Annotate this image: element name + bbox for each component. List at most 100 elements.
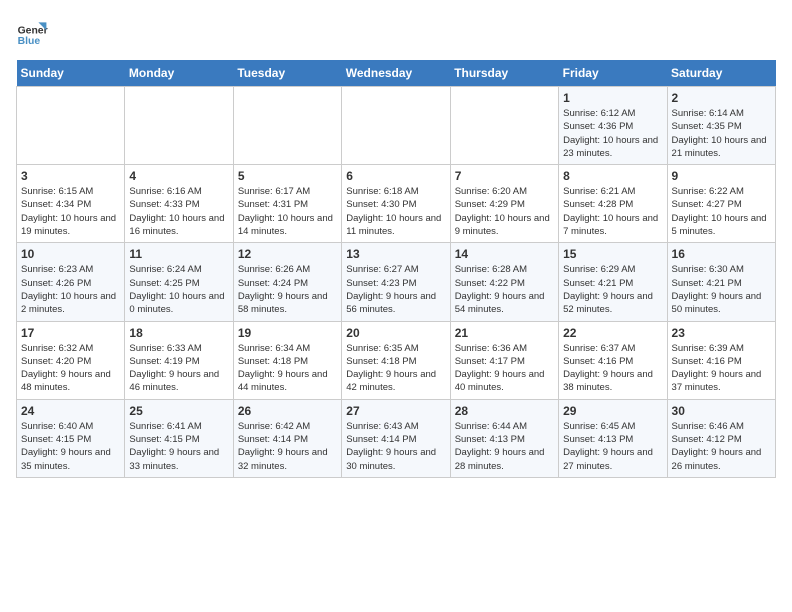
day-number: 15	[563, 247, 662, 261]
day-number: 4	[129, 169, 228, 183]
calendar-cell: 30 Sunrise: 6:46 AM Sunset: 4:12 PM Dayli…	[667, 399, 775, 477]
day-info: Sunrise: 6:37 AM Sunset: 4:16 PM Dayligh…	[563, 342, 662, 395]
day-number: 10	[21, 247, 120, 261]
day-info: Sunrise: 6:29 AM Sunset: 4:21 PM Dayligh…	[563, 263, 662, 316]
day-number: 2	[672, 91, 771, 105]
day-number: 3	[21, 169, 120, 183]
calendar-cell: 3 Sunrise: 6:15 AM Sunset: 4:34 PM Daylig…	[17, 165, 125, 243]
day-info: Sunrise: 6:21 AM Sunset: 4:28 PM Dayligh…	[563, 185, 662, 238]
day-info: Sunrise: 6:22 AM Sunset: 4:27 PM Dayligh…	[672, 185, 771, 238]
day-number: 1	[563, 91, 662, 105]
calendar-cell: 25 Sunrise: 6:41 AM Sunset: 4:15 PM Dayli…	[125, 399, 233, 477]
calendar-cell	[342, 87, 450, 165]
calendar-header-row: SundayMondayTuesdayWednesdayThursdayFrid…	[17, 60, 776, 87]
day-info: Sunrise: 6:18 AM Sunset: 4:30 PM Dayligh…	[346, 185, 445, 238]
day-info: Sunrise: 6:20 AM Sunset: 4:29 PM Dayligh…	[455, 185, 554, 238]
day-info: Sunrise: 6:44 AM Sunset: 4:13 PM Dayligh…	[455, 420, 554, 473]
calendar-cell: 14Sunrise: 6:28 AM Sunset: 4:22 PM Dayli…	[450, 243, 558, 321]
calendar-cell: 8 Sunrise: 6:21 AM Sunset: 4:28 PM Daylig…	[559, 165, 667, 243]
calendar-cell: 23 Sunrise: 6:39 AM Sunset: 4:16 PM Dayli…	[667, 321, 775, 399]
day-info: Sunrise: 6:15 AM Sunset: 4:34 PM Dayligh…	[21, 185, 120, 238]
calendar-cell: 2 Sunrise: 6:14 AM Sunset: 4:35 PM Daylig…	[667, 87, 775, 165]
day-header-saturday: Saturday	[667, 60, 775, 87]
calendar-cell: 9 Sunrise: 6:22 AM Sunset: 4:27 PM Daylig…	[667, 165, 775, 243]
day-number: 26	[238, 404, 337, 418]
day-number: 25	[129, 404, 228, 418]
day-info: Sunrise: 6:27 AM Sunset: 4:23 PM Dayligh…	[346, 263, 445, 316]
calendar-cell	[17, 87, 125, 165]
day-info: Sunrise: 6:39 AM Sunset: 4:16 PM Dayligh…	[672, 342, 771, 395]
logo-icon: General Blue	[16, 16, 48, 48]
calendar-cell: 18Sunrise: 6:33 AM Sunset: 4:19 PM Dayli…	[125, 321, 233, 399]
day-number: 11	[129, 247, 228, 261]
calendar-cell: 15 Sunrise: 6:29 AM Sunset: 4:21 PM Dayli…	[559, 243, 667, 321]
day-info: Sunrise: 6:17 AM Sunset: 4:31 PM Dayligh…	[238, 185, 337, 238]
calendar-cell	[450, 87, 558, 165]
day-info: Sunrise: 6:41 AM Sunset: 4:15 PM Dayligh…	[129, 420, 228, 473]
calendar-cell: 26 Sunrise: 6:42 AM Sunset: 4:14 PM Dayli…	[233, 399, 341, 477]
day-info: Sunrise: 6:14 AM Sunset: 4:35 PM Dayligh…	[672, 107, 771, 160]
day-number: 12	[238, 247, 337, 261]
calendar-cell: 12 Sunrise: 6:26 AM Sunset: 4:24 PM Dayli…	[233, 243, 341, 321]
week-row-5: 24 Sunrise: 6:40 AM Sunset: 4:15 PM Dayli…	[17, 399, 776, 477]
calendar-cell: 24 Sunrise: 6:40 AM Sunset: 4:15 PM Dayli…	[17, 399, 125, 477]
calendar-cell: 16 Sunrise: 6:30 AM Sunset: 4:21 PM Dayli…	[667, 243, 775, 321]
calendar-cell: 1 Sunrise: 6:12 AM Sunset: 4:36 PM Daylig…	[559, 87, 667, 165]
calendar-cell: 21 Sunrise: 6:36 AM Sunset: 4:17 PM Dayli…	[450, 321, 558, 399]
calendar-cell: 27Sunrise: 6:43 AM Sunset: 4:14 PM Dayli…	[342, 399, 450, 477]
day-header-monday: Monday	[125, 60, 233, 87]
calendar-cell: 6 Sunrise: 6:18 AM Sunset: 4:30 PM Daylig…	[342, 165, 450, 243]
day-number: 21	[455, 326, 554, 340]
calendar-cell: 28 Sunrise: 6:44 AM Sunset: 4:13 PM Dayli…	[450, 399, 558, 477]
day-info: Sunrise: 6:40 AM Sunset: 4:15 PM Dayligh…	[21, 420, 120, 473]
day-number: 7	[455, 169, 554, 183]
week-row-2: 3 Sunrise: 6:15 AM Sunset: 4:34 PM Daylig…	[17, 165, 776, 243]
day-number: 8	[563, 169, 662, 183]
day-number: 24	[21, 404, 120, 418]
day-number: 23	[672, 326, 771, 340]
day-number: 9	[672, 169, 771, 183]
calendar-cell: 10 Sunrise: 6:23 AM Sunset: 4:26 PM Dayli…	[17, 243, 125, 321]
day-number: 13	[346, 247, 445, 261]
week-row-4: 17Sunrise: 6:32 AM Sunset: 4:20 PM Dayli…	[17, 321, 776, 399]
calendar-cell	[125, 87, 233, 165]
calendar-cell	[233, 87, 341, 165]
day-info: Sunrise: 6:32 AM Sunset: 4:20 PM Dayligh…	[21, 342, 120, 395]
calendar-cell: 20 Sunrise: 6:35 AM Sunset: 4:18 PM Dayli…	[342, 321, 450, 399]
calendar-table: SundayMondayTuesdayWednesdayThursdayFrid…	[16, 60, 776, 478]
day-info: Sunrise: 6:36 AM Sunset: 4:17 PM Dayligh…	[455, 342, 554, 395]
week-row-1: 1 Sunrise: 6:12 AM Sunset: 4:36 PM Daylig…	[17, 87, 776, 165]
day-info: Sunrise: 6:42 AM Sunset: 4:14 PM Dayligh…	[238, 420, 337, 473]
calendar-cell: 7 Sunrise: 6:20 AM Sunset: 4:29 PM Daylig…	[450, 165, 558, 243]
calendar-cell: 4Sunrise: 6:16 AM Sunset: 4:33 PM Daylig…	[125, 165, 233, 243]
day-number: 22	[563, 326, 662, 340]
day-header-wednesday: Wednesday	[342, 60, 450, 87]
day-number: 27	[346, 404, 445, 418]
day-info: Sunrise: 6:28 AM Sunset: 4:22 PM Dayligh…	[455, 263, 554, 316]
day-number: 19	[238, 326, 337, 340]
calendar-cell: 29 Sunrise: 6:45 AM Sunset: 4:13 PM Dayli…	[559, 399, 667, 477]
calendar-body: 1 Sunrise: 6:12 AM Sunset: 4:36 PM Daylig…	[17, 87, 776, 478]
day-header-friday: Friday	[559, 60, 667, 87]
day-header-sunday: Sunday	[17, 60, 125, 87]
calendar-cell: 11Sunrise: 6:24 AM Sunset: 4:25 PM Dayli…	[125, 243, 233, 321]
day-number: 30	[672, 404, 771, 418]
day-number: 29	[563, 404, 662, 418]
day-info: Sunrise: 6:35 AM Sunset: 4:18 PM Dayligh…	[346, 342, 445, 395]
day-info: Sunrise: 6:33 AM Sunset: 4:19 PM Dayligh…	[129, 342, 228, 395]
day-info: Sunrise: 6:26 AM Sunset: 4:24 PM Dayligh…	[238, 263, 337, 316]
day-header-tuesday: Tuesday	[233, 60, 341, 87]
calendar-cell: 5Sunrise: 6:17 AM Sunset: 4:31 PM Daylig…	[233, 165, 341, 243]
day-number: 20	[346, 326, 445, 340]
logo: General Blue	[16, 16, 48, 48]
day-info: Sunrise: 6:45 AM Sunset: 4:13 PM Dayligh…	[563, 420, 662, 473]
calendar-cell: 17Sunrise: 6:32 AM Sunset: 4:20 PM Dayli…	[17, 321, 125, 399]
day-number: 16	[672, 247, 771, 261]
day-info: Sunrise: 6:23 AM Sunset: 4:26 PM Dayligh…	[21, 263, 120, 316]
day-info: Sunrise: 6:30 AM Sunset: 4:21 PM Dayligh…	[672, 263, 771, 316]
day-number: 6	[346, 169, 445, 183]
day-number: 28	[455, 404, 554, 418]
day-info: Sunrise: 6:12 AM Sunset: 4:36 PM Dayligh…	[563, 107, 662, 160]
calendar-cell: 22 Sunrise: 6:37 AM Sunset: 4:16 PM Dayli…	[559, 321, 667, 399]
day-info: Sunrise: 6:46 AM Sunset: 4:12 PM Dayligh…	[672, 420, 771, 473]
